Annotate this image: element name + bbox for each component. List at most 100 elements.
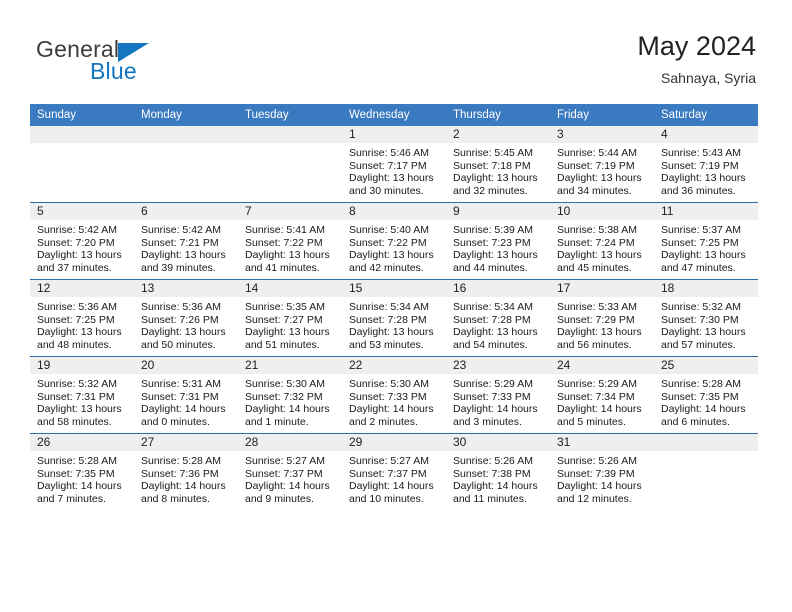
daylight-duration-line1: Daylight: 13 hours <box>141 326 226 339</box>
calendar-day-cell[interactable]: 2 Sunrise: 5:45 AM Sunset: 7:18 PM Daylight… <box>446 126 550 203</box>
sunset-time: Sunset: 7:22 PM <box>349 236 427 249</box>
sunrise-time: Sunrise: 5:32 AM <box>661 301 741 313</box>
daylight-duration-line1: Daylight: 13 hours <box>349 249 434 262</box>
calendar-day-cell[interactable]: 22 Sunrise: 5:30 AM Sunset: 7:33 PM Dayligh… <box>342 356 446 434</box>
sun-info: Sunrise: 5:34 AM Sunset: 7:28 PM Daylight:… <box>446 297 550 351</box>
daylight-duration-line1: Daylight: 13 hours <box>349 172 434 185</box>
day-number: 14 <box>238 280 342 297</box>
day-number: 7 <box>238 203 342 220</box>
calendar-day-cell[interactable]: 4 Sunrise: 5:43 AM Sunset: 7:19 PM Daylight… <box>654 126 758 203</box>
calendar-day-cell[interactable]: 24 Sunrise: 5:29 AM Sunset: 7:34 PM Dayligh… <box>550 356 654 434</box>
calendar-day-cell[interactable]: 10 Sunrise: 5:38 AM Sunset: 7:24 PM Dayligh… <box>550 202 654 280</box>
calendar-day-cell[interactable]: 26 Sunrise: 5:28 AM Sunset: 7:35 PM Dayligh… <box>30 433 134 510</box>
daylight-duration-line2: and 37 minutes. <box>37 261 112 274</box>
calendar-day-cell[interactable]: 21 Sunrise: 5:30 AM Sunset: 7:32 PM Dayligh… <box>238 356 342 434</box>
sun-info: Sunrise: 5:31 AM Sunset: 7:31 PM Daylight:… <box>134 374 238 428</box>
sun-info: Sunrise: 5:43 AM Sunset: 7:19 PM Daylight:… <box>654 143 758 197</box>
calendar-day-cell[interactable]: 29 Sunrise: 5:27 AM Sunset: 7:37 PM Dayligh… <box>342 433 446 510</box>
daylight-duration-line2: and 36 minutes. <box>661 184 736 197</box>
sun-info: Sunrise: 5:46 AM Sunset: 7:17 PM Daylight:… <box>342 143 446 197</box>
calendar-day-cell[interactable]: 14 Sunrise: 5:35 AM Sunset: 7:27 PM Dayligh… <box>238 279 342 357</box>
sunset-time: Sunset: 7:19 PM <box>557 159 635 172</box>
calendar-day-cell[interactable]: 20 Sunrise: 5:31 AM Sunset: 7:31 PM Dayligh… <box>134 356 238 434</box>
sunrise-time: Sunrise: 5:30 AM <box>245 378 325 390</box>
daylight-duration-line2: and 30 minutes. <box>349 184 424 197</box>
sunrise-time: Sunrise: 5:28 AM <box>661 378 741 390</box>
sunset-time: Sunset: 7:33 PM <box>453 390 531 403</box>
day-number: 16 <box>446 280 550 297</box>
sunset-time: Sunset: 7:21 PM <box>141 236 219 249</box>
daylight-duration-line1: Daylight: 13 hours <box>453 326 538 339</box>
calendar-day-cell[interactable]: 3 Sunrise: 5:44 AM Sunset: 7:19 PM Daylight… <box>550 126 654 203</box>
calendar-day-cell[interactable]: 9 Sunrise: 5:39 AM Sunset: 7:23 PM Daylight… <box>446 202 550 280</box>
calendar-day-cell[interactable]: 16 Sunrise: 5:34 AM Sunset: 7:28 PM Dayligh… <box>446 279 550 357</box>
day-number: 6 <box>134 203 238 220</box>
brand-logo[interactable]: General Blue <box>36 36 276 88</box>
calendar-day-cell[interactable]: 30 Sunrise: 5:26 AM Sunset: 7:38 PM Dayligh… <box>446 433 550 510</box>
sun-info: Sunrise: 5:36 AM Sunset: 7:26 PM Daylight:… <box>134 297 238 351</box>
sunset-time: Sunset: 7:31 PM <box>37 390 115 403</box>
day-number: 31 <box>550 434 654 451</box>
calendar-day-cell[interactable]: 8 Sunrise: 5:40 AM Sunset: 7:22 PM Daylight… <box>342 202 446 280</box>
day-number: 9 <box>446 203 550 220</box>
sunset-time: Sunset: 7:36 PM <box>141 467 219 480</box>
sunset-time: Sunset: 7:35 PM <box>661 390 739 403</box>
day-number: 4 <box>654 126 758 143</box>
day-number: 21 <box>238 357 342 374</box>
sun-info: Sunrise: 5:37 AM Sunset: 7:25 PM Daylight:… <box>654 220 758 274</box>
day-number: 27 <box>134 434 238 451</box>
sunrise-time: Sunrise: 5:29 AM <box>453 378 533 390</box>
calendar-day-cell[interactable]: 11 Sunrise: 5:37 AM Sunset: 7:25 PM Dayligh… <box>654 202 758 280</box>
calendar-day-cell[interactable]: 15 Sunrise: 5:34 AM Sunset: 7:28 PM Dayligh… <box>342 279 446 357</box>
calendar-day-cell[interactable]: 1 Sunrise: 5:46 AM Sunset: 7:17 PM Daylight… <box>342 126 446 203</box>
daylight-duration-line2: and 48 minutes. <box>37 338 112 351</box>
calendar-day-cell[interactable]: 13 Sunrise: 5:36 AM Sunset: 7:26 PM Dayligh… <box>134 279 238 357</box>
title-block: May 2024 Sahnaya, Syria <box>637 30 756 88</box>
calendar-day-cell[interactable]: 28 Sunrise: 5:27 AM Sunset: 7:37 PM Dayligh… <box>238 433 342 510</box>
daylight-duration-line1: Daylight: 13 hours <box>245 249 330 262</box>
sunset-time: Sunset: 7:37 PM <box>245 467 323 480</box>
calendar-day-cell[interactable]: 5 Sunrise: 5:42 AM Sunset: 7:20 PM Daylight… <box>30 202 134 280</box>
daylight-duration-line2: and 56 minutes. <box>557 338 632 351</box>
calendar-day-cell[interactable]: 17 Sunrise: 5:33 AM Sunset: 7:29 PM Dayligh… <box>550 279 654 357</box>
page-header: General Blue May 2024 Sahnaya, Syria <box>0 0 792 98</box>
daylight-duration-line2: and 44 minutes. <box>453 261 528 274</box>
calendar-day-cell[interactable]: 18 Sunrise: 5:32 AM Sunset: 7:30 PM Dayligh… <box>654 279 758 357</box>
sunrise-time: Sunrise: 5:43 AM <box>661 147 741 159</box>
calendar-day-cell[interactable]: 6 Sunrise: 5:42 AM Sunset: 7:21 PM Daylight… <box>134 202 238 280</box>
calendar-day-cell[interactable]: 7 Sunrise: 5:41 AM Sunset: 7:22 PM Daylight… <box>238 202 342 280</box>
calendar-day-cell[interactable]: 12 Sunrise: 5:36 AM Sunset: 7:25 PM Dayligh… <box>30 279 134 357</box>
sunrise-time: Sunrise: 5:28 AM <box>141 455 221 467</box>
day-number: 30 <box>446 434 550 451</box>
sunset-time: Sunset: 7:32 PM <box>245 390 323 403</box>
day-number: 26 <box>30 434 134 451</box>
daylight-duration-line2: and 12 minutes. <box>557 492 632 505</box>
sunrise-time: Sunrise: 5:46 AM <box>349 147 429 159</box>
sunset-time: Sunset: 7:28 PM <box>349 313 427 326</box>
calendar-day-cell[interactable]: 25 Sunrise: 5:28 AM Sunset: 7:35 PM Dayligh… <box>654 356 758 434</box>
sunrise-time: Sunrise: 5:28 AM <box>37 455 117 467</box>
daylight-duration-line2: and 51 minutes. <box>245 338 320 351</box>
sunset-time: Sunset: 7:33 PM <box>349 390 427 403</box>
daylight-duration-line1: Daylight: 13 hours <box>349 326 434 339</box>
sunrise-time: Sunrise: 5:34 AM <box>349 301 429 313</box>
day-number: 18 <box>654 280 758 297</box>
day-number: 8 <box>342 203 446 220</box>
sun-info: Sunrise: 5:38 AM Sunset: 7:24 PM Daylight:… <box>550 220 654 274</box>
calendar-day-cell[interactable]: 23 Sunrise: 5:29 AM Sunset: 7:33 PM Dayligh… <box>446 356 550 434</box>
sunrise-time: Sunrise: 5:37 AM <box>661 224 741 236</box>
sunrise-time: Sunrise: 5:26 AM <box>453 455 533 467</box>
calendar-empty-cell <box>134 126 238 203</box>
daylight-duration-line2: and 54 minutes. <box>453 338 528 351</box>
sunrise-time: Sunrise: 5:36 AM <box>37 301 117 313</box>
sun-info: Sunrise: 5:32 AM Sunset: 7:30 PM Daylight:… <box>654 297 758 351</box>
sunset-time: Sunset: 7:35 PM <box>37 467 115 480</box>
daylight-duration-line2: and 5 minutes. <box>557 415 626 428</box>
sun-info: Sunrise: 5:28 AM Sunset: 7:35 PM Daylight:… <box>654 374 758 428</box>
day-number: 25 <box>654 357 758 374</box>
page-subtitle: Sahnaya, Syria <box>661 70 756 86</box>
calendar-day-cell[interactable]: 19 Sunrise: 5:32 AM Sunset: 7:31 PM Dayligh… <box>30 356 134 434</box>
sun-info: Sunrise: 5:42 AM Sunset: 7:21 PM Daylight:… <box>134 220 238 274</box>
calendar-day-cell[interactable]: 31 Sunrise: 5:26 AM Sunset: 7:39 PM Dayligh… <box>550 433 654 510</box>
calendar-day-cell[interactable]: 27 Sunrise: 5:28 AM Sunset: 7:36 PM Dayligh… <box>134 433 238 510</box>
